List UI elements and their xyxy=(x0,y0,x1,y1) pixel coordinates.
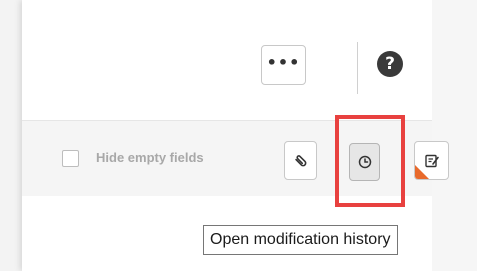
side-strip xyxy=(432,0,477,271)
notes-indicator xyxy=(415,165,429,179)
help-button[interactable]: ? xyxy=(377,51,403,77)
highlight-annotation xyxy=(335,115,405,207)
tooltip-text: Open modification history xyxy=(210,231,391,248)
attachments-button[interactable] xyxy=(284,141,317,180)
paperclip-icon xyxy=(294,154,306,166)
notes-button[interactable] xyxy=(414,141,449,180)
hide-empty-fields-checkbox[interactable] xyxy=(62,150,79,167)
tooltip: Open modification history xyxy=(203,225,398,255)
help-icon: ? xyxy=(385,54,395,74)
more-options-button[interactable]: ••• xyxy=(261,45,306,85)
hide-empty-fields-label[interactable]: Hide empty fields xyxy=(96,150,204,165)
header-divider xyxy=(357,42,358,94)
more-icon: ••• xyxy=(266,52,301,72)
